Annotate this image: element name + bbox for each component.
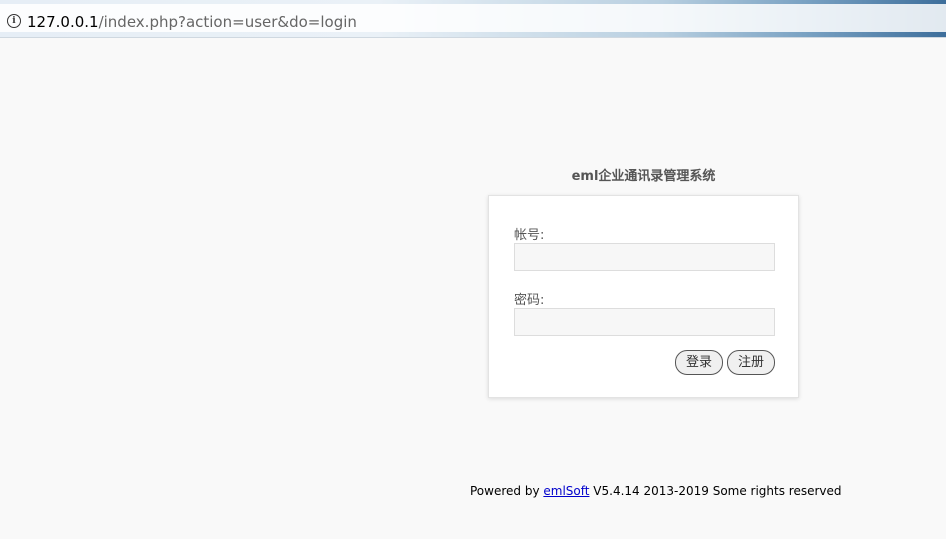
register-button[interactable]: 注册 [727,350,775,375]
footer: Powered by emlSoft V5.4.14 2013-2019 Som… [470,484,842,498]
info-icon[interactable]: i [7,14,21,28]
emlsoft-link[interactable]: emlSoft [543,484,589,498]
password-label: 密码: [514,293,545,308]
login-button[interactable]: 登录 [675,350,723,375]
account-label: 帐号: [514,228,545,243]
account-input[interactable] [514,243,775,271]
url-host: 127.0.0.1 [27,13,99,31]
browser-address-bar: i 127.0.0.1/index.php?action=user&do=log… [0,0,946,38]
footer-prefix: Powered by [470,484,544,498]
password-input[interactable] [514,308,775,336]
page-title: eml企业通讯录管理系统 [571,169,716,184]
url-text[interactable]: 127.0.0.1/index.php?action=user&do=login [27,12,357,32]
login-form: 帐号: 密码: 登录 注册 [488,195,799,398]
footer-suffix: V5.4.14 2013-2019 Some rights reserved [589,484,842,498]
url-field[interactable]: i 127.0.0.1/index.php?action=user&do=log… [0,4,946,32]
url-path: /index.php?action=user&do=login [98,13,357,31]
